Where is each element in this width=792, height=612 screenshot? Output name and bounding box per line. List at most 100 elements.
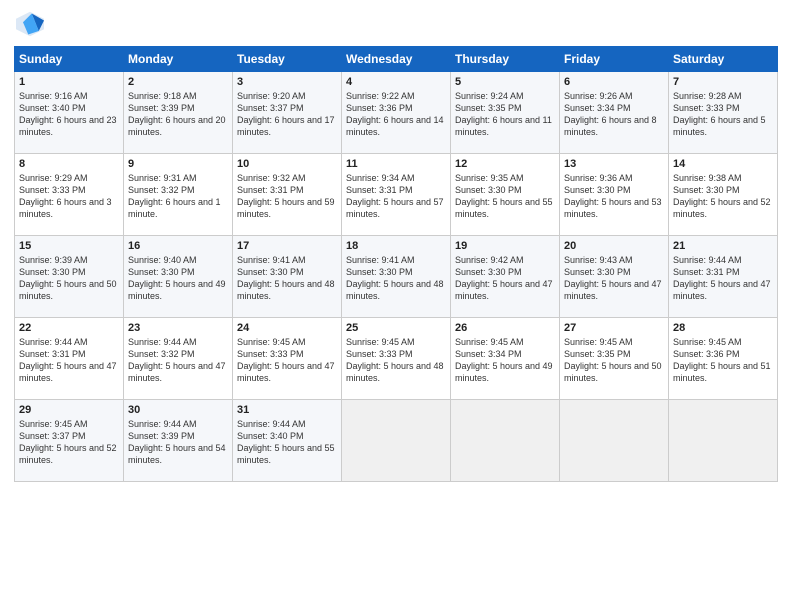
day-content: Sunrise: 9:29 AMSunset: 3:33 PMDaylight:… xyxy=(19,172,119,221)
calendar-cell: 6Sunrise: 9:26 AMSunset: 3:34 PMDaylight… xyxy=(560,72,669,154)
calendar-cell: 24 Sunrise: 9:45 AMSunset: 3:33 PMDayligh… xyxy=(233,318,342,400)
day-number: 14 xyxy=(673,158,773,170)
calendar-cell: 4 Sunrise: 9:22 AMSunset: 3:36 PMDaylight… xyxy=(342,72,451,154)
day-number: 5 xyxy=(455,76,555,88)
day-content: Sunrise: 9:44 AMSunset: 3:40 PMDaylight:… xyxy=(237,418,337,467)
page: SundayMondayTuesdayWednesdayThursdayFrid… xyxy=(0,0,792,612)
day-number: 28 xyxy=(673,322,773,334)
calendar: SundayMondayTuesdayWednesdayThursdayFrid… xyxy=(14,46,778,482)
calendar-cell: 2 Sunrise: 9:18 AMSunset: 3:39 PMDaylight… xyxy=(124,72,233,154)
day-content: Sunrise: 9:39 AMSunset: 3:30 PMDaylight:… xyxy=(19,254,119,303)
calendar-cell: 5 Sunrise: 9:24 AMSunset: 3:35 PMDaylight… xyxy=(451,72,560,154)
calendar-cell: 22Sunrise: 9:44 AMSunset: 3:31 PMDayligh… xyxy=(15,318,124,400)
calendar-cell: 14 Sunrise: 9:38 AMSunset: 3:30 PMDayligh… xyxy=(669,154,778,236)
calendar-cell: 11 Sunrise: 9:34 AMSunset: 3:31 PMDayligh… xyxy=(342,154,451,236)
calendar-header-monday: Monday xyxy=(124,47,233,72)
day-content: Sunrise: 9:43 AMSunset: 3:30 PMDaylight:… xyxy=(564,254,664,303)
day-number: 18 xyxy=(346,240,446,252)
calendar-header-sunday: Sunday xyxy=(15,47,124,72)
calendar-cell: 31 Sunrise: 9:44 AMSunset: 3:40 PMDayligh… xyxy=(233,400,342,482)
calendar-cell: 29 Sunrise: 9:45 AMSunset: 3:37 PMDayligh… xyxy=(15,400,124,482)
day-number: 13 xyxy=(564,158,664,170)
day-number: 3 xyxy=(237,76,337,88)
day-content: Sunrise: 9:38 AMSunset: 3:30 PMDaylight:… xyxy=(673,172,773,221)
calendar-cell: 13 Sunrise: 9:36 AMSunset: 3:30 PMDayligh… xyxy=(560,154,669,236)
day-content: Sunrise: 9:26 AMSunset: 3:34 PMDaylight:… xyxy=(564,90,664,139)
logo xyxy=(14,10,50,38)
calendar-header-friday: Friday xyxy=(560,47,669,72)
day-number: 11 xyxy=(346,158,446,170)
calendar-cell: 9 Sunrise: 9:31 AMSunset: 3:32 PMDaylight… xyxy=(124,154,233,236)
day-number: 20 xyxy=(564,240,664,252)
calendar-header-tuesday: Tuesday xyxy=(233,47,342,72)
day-number: 10 xyxy=(237,158,337,170)
day-number: 2 xyxy=(128,76,228,88)
calendar-cell: 1 Sunrise: 9:16 AMSunset: 3:40 PMDaylight… xyxy=(15,72,124,154)
calendar-cell: 7 Sunrise: 9:28 AMSunset: 3:33 PMDaylight… xyxy=(669,72,778,154)
day-number: 19 xyxy=(455,240,555,252)
day-content: Sunrise: 9:45 AMSunset: 3:33 PMDaylight:… xyxy=(237,336,337,385)
day-content: Sunrise: 9:44 AMSunset: 3:32 PMDaylight:… xyxy=(128,336,228,385)
day-number: 4 xyxy=(346,76,446,88)
day-content: Sunrise: 9:45 AMSunset: 3:35 PMDaylight:… xyxy=(564,336,664,385)
day-content: Sunrise: 9:24 AMSunset: 3:35 PMDaylight:… xyxy=(455,90,555,139)
day-number: 21 xyxy=(673,240,773,252)
calendar-cell: 27 Sunrise: 9:45 AMSunset: 3:35 PMDayligh… xyxy=(560,318,669,400)
calendar-cell: 3 Sunrise: 9:20 AMSunset: 3:37 PMDaylight… xyxy=(233,72,342,154)
calendar-cell: 21 Sunrise: 9:44 AMSunset: 3:31 PMDayligh… xyxy=(669,236,778,318)
day-number: 16 xyxy=(128,240,228,252)
day-number: 12 xyxy=(455,158,555,170)
day-content: Sunrise: 9:44 AMSunset: 3:39 PMDaylight:… xyxy=(128,418,228,467)
calendar-header-row: SundayMondayTuesdayWednesdayThursdayFrid… xyxy=(15,47,778,72)
day-content: Sunrise: 9:22 AMSunset: 3:36 PMDaylight:… xyxy=(346,90,446,139)
calendar-week-1: 1 Sunrise: 9:16 AMSunset: 3:40 PMDaylight… xyxy=(15,72,778,154)
day-number: 1 xyxy=(19,76,119,88)
day-content: Sunrise: 9:28 AMSunset: 3:33 PMDaylight:… xyxy=(673,90,773,139)
day-content: Sunrise: 9:45 AMSunset: 3:33 PMDaylight:… xyxy=(346,336,446,385)
day-number: 25 xyxy=(346,322,446,334)
day-number: 23 xyxy=(128,322,228,334)
day-number: 29 xyxy=(19,404,119,416)
calendar-cell: 28 Sunrise: 9:45 AMSunset: 3:36 PMDayligh… xyxy=(669,318,778,400)
day-content: Sunrise: 9:31 AMSunset: 3:32 PMDaylight:… xyxy=(128,172,228,221)
day-content: Sunrise: 9:36 AMSunset: 3:30 PMDaylight:… xyxy=(564,172,664,221)
day-content: Sunrise: 9:20 AMSunset: 3:37 PMDaylight:… xyxy=(237,90,337,139)
day-content: Sunrise: 9:45 AMSunset: 3:37 PMDaylight:… xyxy=(19,418,119,467)
day-number: 7 xyxy=(673,76,773,88)
calendar-week-2: 8 Sunrise: 9:29 AMSunset: 3:33 PMDaylight… xyxy=(15,154,778,236)
calendar-cell: 25 Sunrise: 9:45 AMSunset: 3:33 PMDayligh… xyxy=(342,318,451,400)
day-content: Sunrise: 9:44 AMSunset: 3:31 PMDaylight:… xyxy=(673,254,773,303)
day-content: Sunrise: 9:41 AMSunset: 3:30 PMDaylight:… xyxy=(237,254,337,303)
calendar-cell: 8 Sunrise: 9:29 AMSunset: 3:33 PMDaylight… xyxy=(15,154,124,236)
calendar-cell xyxy=(451,400,560,482)
day-number: 8 xyxy=(19,158,119,170)
calendar-week-5: 29 Sunrise: 9:45 AMSunset: 3:37 PMDayligh… xyxy=(15,400,778,482)
calendar-cell: 20 Sunrise: 9:43 AMSunset: 3:30 PMDayligh… xyxy=(560,236,669,318)
day-content: Sunrise: 9:45 AMSunset: 3:34 PMDaylight:… xyxy=(455,336,555,385)
day-content: Sunrise: 9:44 AMSunset: 3:31 PMDaylight:… xyxy=(19,336,119,385)
day-content: Sunrise: 9:34 AMSunset: 3:31 PMDaylight:… xyxy=(346,172,446,221)
calendar-cell: 17 Sunrise: 9:41 AMSunset: 3:30 PMDayligh… xyxy=(233,236,342,318)
calendar-header-thursday: Thursday xyxy=(451,47,560,72)
day-content: Sunrise: 9:42 AMSunset: 3:30 PMDaylight:… xyxy=(455,254,555,303)
day-number: 24 xyxy=(237,322,337,334)
calendar-week-3: 15 Sunrise: 9:39 AMSunset: 3:30 PMDayligh… xyxy=(15,236,778,318)
day-content: Sunrise: 9:41 AMSunset: 3:30 PMDaylight:… xyxy=(346,254,446,303)
day-content: Sunrise: 9:35 AMSunset: 3:30 PMDaylight:… xyxy=(455,172,555,221)
calendar-cell xyxy=(342,400,451,482)
day-content: Sunrise: 9:18 AMSunset: 3:39 PMDaylight:… xyxy=(128,90,228,139)
calendar-cell: 23 Sunrise: 9:44 AMSunset: 3:32 PMDayligh… xyxy=(124,318,233,400)
day-number: 27 xyxy=(564,322,664,334)
logo-icon xyxy=(14,10,46,38)
calendar-header-wednesday: Wednesday xyxy=(342,47,451,72)
day-content: Sunrise: 9:16 AMSunset: 3:40 PMDaylight:… xyxy=(19,90,119,139)
day-content: Sunrise: 9:45 AMSunset: 3:36 PMDaylight:… xyxy=(673,336,773,385)
header xyxy=(14,10,778,38)
calendar-week-4: 22Sunrise: 9:44 AMSunset: 3:31 PMDayligh… xyxy=(15,318,778,400)
calendar-cell: 30Sunrise: 9:44 AMSunset: 3:39 PMDayligh… xyxy=(124,400,233,482)
day-number: 17 xyxy=(237,240,337,252)
day-number: 15 xyxy=(19,240,119,252)
day-number: 31 xyxy=(237,404,337,416)
day-number: 9 xyxy=(128,158,228,170)
calendar-cell xyxy=(669,400,778,482)
